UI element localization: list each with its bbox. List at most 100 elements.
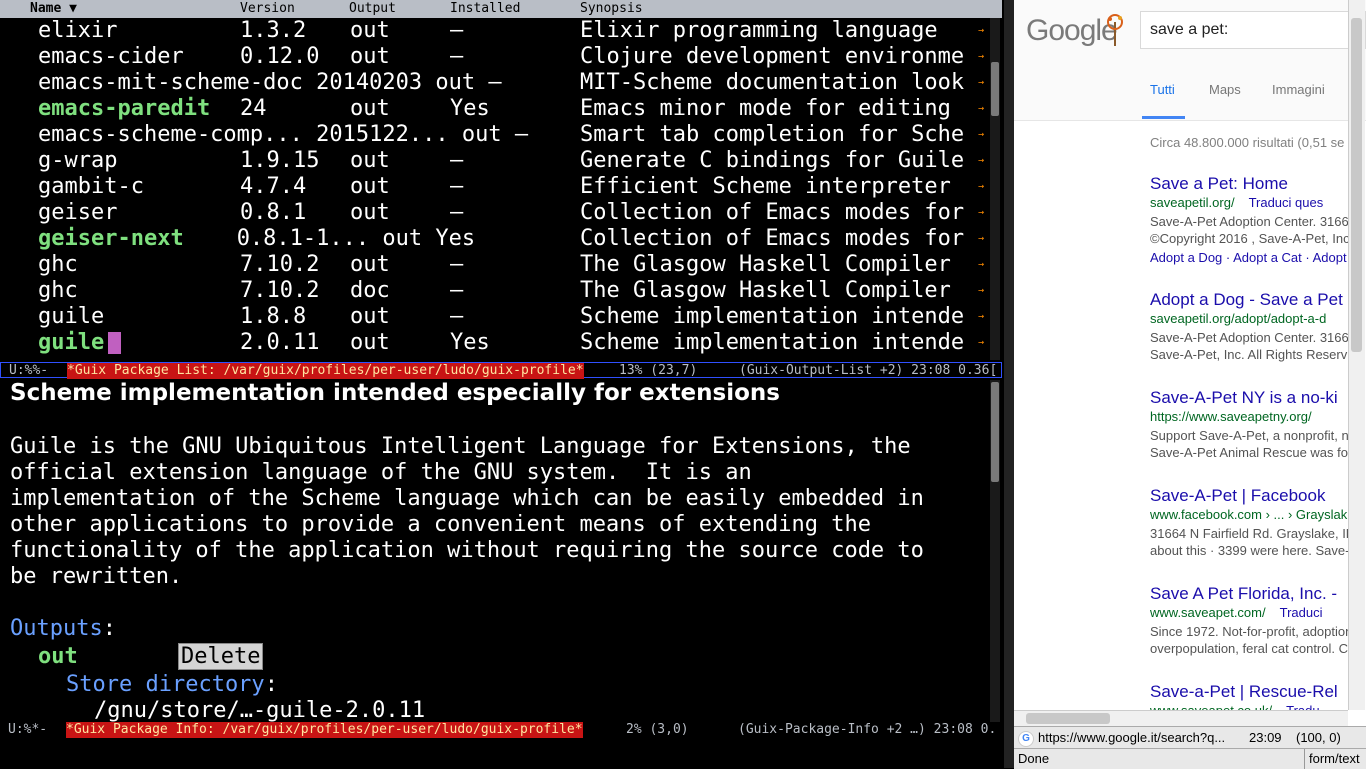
package-info-modeline: U:%*- *Guix Package Info: /var/guix/prof… <box>0 722 1002 738</box>
column-header-output[interactable]: Output <box>349 0 396 18</box>
package-installed: Yes <box>450 96 490 121</box>
description-line: other applications to provide a convenie… <box>10 512 871 537</box>
continuation-arrow-icon: → <box>978 129 985 140</box>
package-row[interactable]: emacs-cider 0.12.0 out – Clojure development… <box>0 44 988 70</box>
package-output: out <box>350 96 390 121</box>
column-header-synopsis[interactable]: Synopsis <box>580 0 643 18</box>
package-name: g-wrap <box>38 148 118 173</box>
column-header-name[interactable]: Name ▼ <box>30 0 77 18</box>
result-snippet: Save-A-Pet Animal Rescue was fo <box>1150 445 1348 460</box>
description-line: Guile is the GNU Ubiquitous Intelligent … <box>10 434 911 459</box>
package-row[interactable]: g-wrap 1.9.15 out – Generate C bindings for … <box>0 148 988 174</box>
store-directory-path[interactable]: /gnu/store/…-guile-2.0.11 <box>94 698 425 724</box>
package-installed: – <box>450 18 464 43</box>
modeline-mode[interactable]: (Guix-Output-List +2) 23:08 0.36[ <box>739 363 997 379</box>
search-box[interactable]: save a pet: <box>1140 11 1366 49</box>
google-favicon-icon: G <box>1018 731 1034 747</box>
package-version: 4.7.4 <box>240 174 307 199</box>
package-row-compact-text: geiser-next 0.8.1-1... out Yes <box>38 226 475 252</box>
tree-doodle-icon <box>1107 14 1123 46</box>
continuation-arrow-icon: → <box>978 181 985 192</box>
package-row[interactable]: gambit-c 4.7.4 out – Efficient Scheme interp… <box>0 174 988 200</box>
result-url: saveapetil.org/adopt/adopt-a-d <box>1150 311 1327 326</box>
result-url: www.saveapet.com/ <box>1150 605 1266 620</box>
description-line: be rewritten. <box>10 564 183 589</box>
tab-tutti[interactable]: Tutti <box>1150 82 1175 97</box>
hscroll-thumb[interactable] <box>1026 713 1110 724</box>
package-version: 24 <box>240 96 267 121</box>
package-list-modeline: U:%%- *Guix Package List: /var/guix/prof… <box>0 362 1002 379</box>
store-directory-label: Store directory <box>66 672 265 697</box>
package-synopsis: Clojure development environme <box>580 44 965 69</box>
package-version: 1.9.15 <box>240 148 320 173</box>
package-name: ghc <box>38 252 78 277</box>
package-row[interactable]: geiser-next 0.8.1-1... out Yes Collection… <box>0 226 988 252</box>
package-row[interactable]: geiser 0.8.1 out – Collection of Emacs modes… <box>0 200 988 226</box>
continuation-arrow-icon: → <box>978 285 985 296</box>
result-snippet: Support Save-A-Pet, a nonprofit, n <box>1150 428 1349 443</box>
package-version: 0.8.1-1... out Yes <box>236 226 476 251</box>
modeline-buffer-name[interactable]: *Guix Package List: /var/guix/profiles/p… <box>67 363 584 379</box>
package-row[interactable]: guile 1.8.8 out – Scheme implementation inte… <box>0 304 988 330</box>
package-row[interactable]: emacs-paredit 24 out Yes Emacs minor mode fo… <box>0 96 988 122</box>
result-title-link[interactable]: Save a Pet: Home <box>1150 174 1288 194</box>
package-output: out <box>350 18 390 43</box>
scroll-thumb[interactable] <box>1351 18 1362 352</box>
package-row[interactable]: ghc 7.10.2 out – The Glasgow Haskell Compile… <box>0 252 988 278</box>
package-output: doc <box>350 278 390 303</box>
modeline-state: U:%*- <box>8 722 48 737</box>
result-url: https://www.saveapetny.org/ <box>1150 409 1312 424</box>
column-header-version[interactable]: Version <box>240 0 295 18</box>
scroll-thumb[interactable] <box>991 62 999 116</box>
column-header-installed[interactable]: Installed <box>450 0 520 18</box>
modeline-position: 2% (3,0) <box>626 722 689 737</box>
result-snippet: Save-A-Pet Adoption Center. 3166 <box>1150 330 1349 345</box>
translate-link[interactable]: Traduci <box>1280 605 1323 620</box>
package-row[interactable]: emacs-scheme-comp... 2015122... out – Sma… <box>0 122 988 148</box>
result-snippet: Save-A-Pet Adoption Center. 3166 <box>1150 214 1349 229</box>
browser-statusbar: Done form/text <box>1014 748 1366 769</box>
package-info-scrollbar[interactable] <box>990 380 1000 722</box>
package-output: out <box>350 252 390 277</box>
browser-hscrollbar[interactable] <box>1014 710 1348 727</box>
search-input[interactable]: save a pet: <box>1150 21 1228 39</box>
package-installed: – <box>450 304 464 329</box>
result-title-link[interactable]: Save-a-Pet | Rescue-Rel <box>1150 682 1338 702</box>
package-row[interactable]: elixir 1.3.2 out – Elixir programming langua… <box>0 18 988 44</box>
result-url: www.facebook.com › ... › Grayslak <box>1150 507 1348 522</box>
result-sitelinks[interactable]: Adopt a Dog · Adopt a Cat · Adopt <box>1150 250 1347 265</box>
description-line: implementation of the Scheme language wh… <box>10 486 924 511</box>
browser-scrollbar[interactable] <box>1348 0 1365 710</box>
modeline-buffer-name[interactable]: *Guix Package Info: /var/guix/profiles/p… <box>66 722 583 738</box>
package-synopsis: Generate C bindings for Guile <box>580 148 965 173</box>
translate-link[interactable]: Traduci ques <box>1249 195 1324 210</box>
package-synopsis: Efficient Scheme interpreter <box>580 174 951 199</box>
package-synopsis: The Glasgow Haskell Compiler <box>580 252 951 277</box>
package-row[interactable]: ghc 7.10.2 doc – The Glasgow Haskell Compile… <box>0 278 988 304</box>
modeline-position: 13% (23,7) <box>619 363 698 378</box>
result-title-link[interactable]: Save-A-Pet NY is a no-ki <box>1150 388 1338 408</box>
package-output: out <box>350 304 390 329</box>
description-line: functionality of the application without… <box>10 538 924 563</box>
result-title-link[interactable]: Save-A-Pet | Facebook <box>1150 486 1325 506</box>
continuation-arrow-icon: → <box>978 337 985 348</box>
package-synopsis: Scheme implementation intende <box>580 330 965 355</box>
scroll-thumb[interactable] <box>991 382 999 482</box>
active-tab-indicator <box>1142 116 1185 119</box>
package-name: emacs-cider <box>38 44 184 69</box>
package-installed: Yes <box>450 330 490 355</box>
result-snippet: ©Copyright 2016 , Save-A-Pet, Inc <box>1150 231 1350 246</box>
result-title-link[interactable]: Adopt a Dog - Save a Pet <box>1150 290 1343 310</box>
modeline-mode[interactable]: (Guix-Package-Info +2 …) 23:08 0. <box>738 722 996 738</box>
delete-button[interactable]: Delete <box>178 643 264 670</box>
package-name: guile <box>38 330 105 355</box>
package-row[interactable]: emacs-mit-scheme-doc 20140203 out – MIT-S… <box>0 70 988 96</box>
package-list-scrollbar[interactable] <box>990 18 1000 360</box>
address-url[interactable]: https://www.google.it/search?q... <box>1038 727 1225 748</box>
result-title-link[interactable]: Save A Pet Florida, Inc. - <box>1150 584 1337 604</box>
result-snippet: overpopulation, feral cat control. Ca <box>1150 641 1356 656</box>
package-version: 0.8.1 <box>240 200 307 225</box>
tab-immagini[interactable]: Immagini <box>1272 82 1325 97</box>
tab-maps[interactable]: Maps <box>1209 82 1241 97</box>
package-row[interactable]: guile 2.0.11 out Yes Scheme implementation i… <box>0 330 988 356</box>
